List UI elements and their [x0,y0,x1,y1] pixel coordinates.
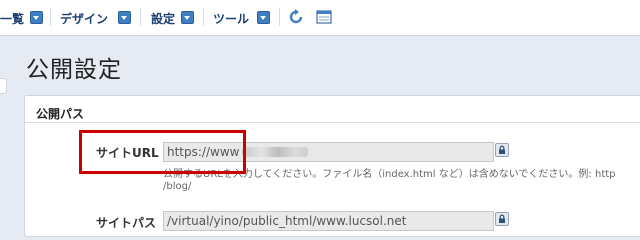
section-title: 公開パス [36,107,85,121]
panel-header: 公開パス [25,96,640,123]
menu-tools[interactable]: ツール [213,9,273,27]
chevron-down-icon[interactable] [257,11,270,24]
menu-separator [203,8,204,26]
refresh-icon[interactable] [288,9,304,25]
menu-settings-label[interactable]: 設定 [151,10,175,27]
lock-icon[interactable] [495,212,509,226]
menu-tools-label[interactable]: ツール [213,10,249,27]
redacted-text [242,147,309,157]
window-icon[interactable] [316,9,332,25]
page-title: 公開設定 [26,57,122,83]
site-url-help-example: /blog/ [163,181,192,192]
top-menubar: 一覧 デザイン 設定 ツール [0,0,640,36]
site-path-value: /virtual/yino/public_html/www.lucsol.net [167,214,407,228]
chevron-down-icon[interactable] [118,11,131,24]
menu-list[interactable]: 一覧 [0,9,46,27]
menu-settings[interactable]: 設定 [151,9,197,27]
site-path-label: サイトパス [96,216,157,230]
menu-design[interactable]: デザイン [60,9,134,27]
site-path-input[interactable]: /virtual/yino/public_html/www.lucsol.net [163,211,494,231]
lock-icon[interactable] [495,143,509,157]
menu-design-label[interactable]: デザイン [60,10,108,27]
menu-separator [140,8,141,26]
menu-list-label[interactable]: 一覧 [0,10,24,27]
chevron-down-icon[interactable] [30,11,43,24]
highlight-box [79,130,246,174]
sidebar-edge[interactable] [0,78,7,94]
chevron-down-icon[interactable] [181,11,194,24]
menu-separator [50,8,51,26]
menu-separator [279,8,280,26]
